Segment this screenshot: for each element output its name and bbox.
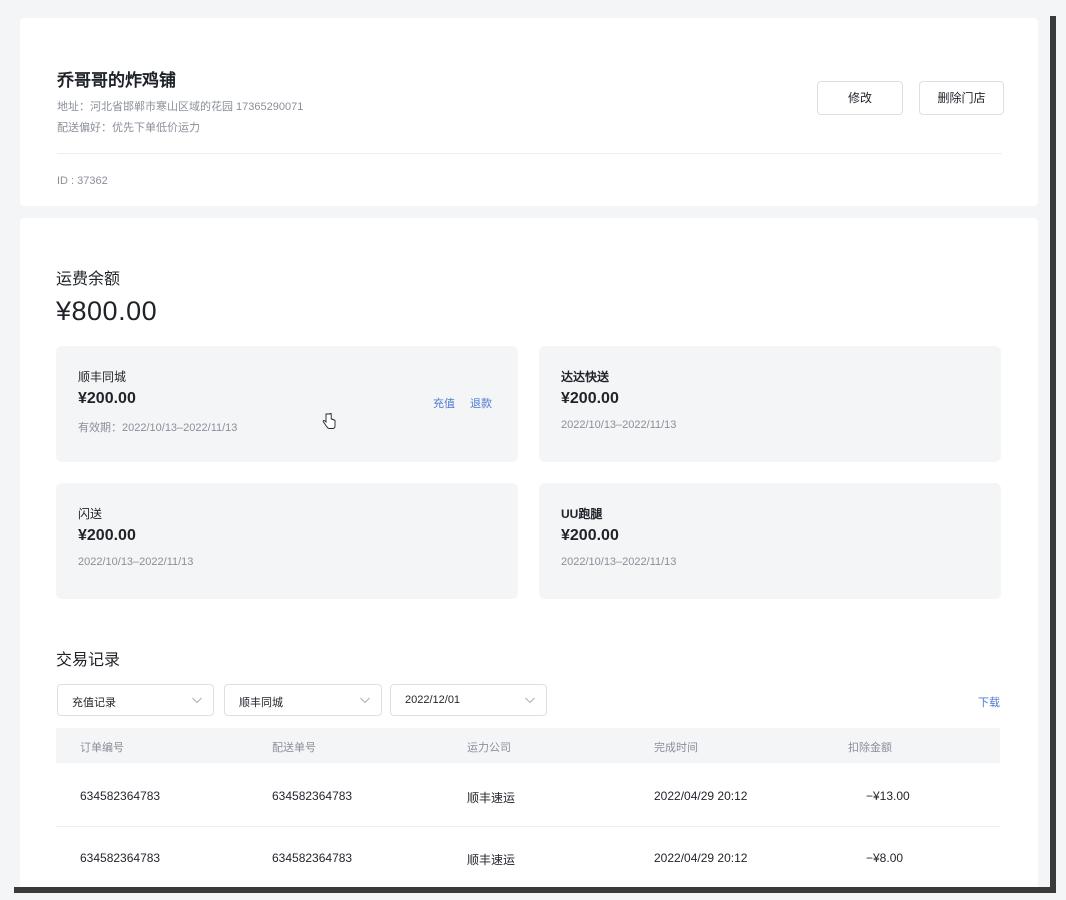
- carrier-validity: 2022/10/13–2022/11/13: [561, 556, 677, 568]
- order-number: 634582364783: [80, 851, 161, 865]
- table-row: 634582364783 634582364783 顺丰速运 2022/04/2…: [56, 765, 1000, 827]
- completion-time: 2022/04/29 20:12: [654, 789, 748, 803]
- balance-title: 运费余额: [56, 271, 121, 288]
- app-window: 乔哥哥的炸鸡铺 地址：河北省邯郸市寒山区域的花园 17365290071 配送偏…: [8, 10, 1050, 887]
- divider: [57, 153, 1002, 154]
- column-header: 订单编号: [80, 742, 124, 754]
- column-header: 运力公司: [467, 742, 511, 754]
- carrier-amount: ¥200.00: [78, 390, 136, 407]
- carrier-amount: ¥200.00: [561, 527, 619, 544]
- carrier-card-shansong: 闪送 ¥200.00 2022/10/13–2022/11/13: [56, 483, 518, 599]
- carrier-name: 闪送: [78, 507, 103, 521]
- freight-balance-card: 运费余额 ¥800.00 顺丰同城 ¥200.00 有效期：2022/10/13…: [20, 218, 1038, 887]
- column-header: 配送单号: [272, 742, 316, 754]
- delivery-preference: 配送偏好：优先下单低价运力: [57, 122, 200, 134]
- store-name: 乔哥哥的炸鸡铺: [57, 71, 176, 90]
- edit-store-button[interactable]: 修改: [817, 81, 903, 115]
- carrier-select[interactable]: 顺丰同城: [224, 684, 382, 716]
- carrier-amount: ¥200.00: [561, 390, 619, 407]
- carrier-validity: 2022/10/13–2022/11/13: [561, 419, 677, 431]
- table-header: 订单编号 配送单号 运力公司 完成时间 扣除金额: [56, 728, 1000, 763]
- recharge-link[interactable]: 充值: [433, 395, 455, 411]
- store-address: 地址：河北省邯郸市寒山区域的花园 17365290071: [57, 101, 304, 113]
- delivery-number: 634582364783: [272, 789, 353, 803]
- select-value: 2022/12/01: [405, 694, 461, 706]
- carrier-card-sf: 顺丰同城 ¥200.00 有效期：2022/10/13–2022/11/13 充…: [56, 346, 518, 462]
- delivery-number: 634582364783: [272, 851, 353, 865]
- date-select[interactable]: 2022/12/01: [390, 684, 547, 716]
- transactions-title: 交易记录: [56, 652, 121, 669]
- carrier-company: 顺丰速运: [467, 791, 516, 805]
- balance-amount: ¥800.00: [56, 296, 158, 326]
- chevron-down-icon: [192, 697, 202, 704]
- refund-link[interactable]: 退款: [470, 395, 492, 411]
- carrier-validity: 2022/10/13–2022/11/13: [78, 556, 194, 568]
- carrier-amount: ¥200.00: [78, 527, 136, 544]
- table-row: 634582364783 634582364783 顺丰速运 2022/04/2…: [56, 827, 1000, 887]
- select-value: 充值记录: [72, 697, 116, 709]
- carrier-validity: 有效期：2022/10/13–2022/11/13: [78, 422, 238, 434]
- column-header: 完成时间: [654, 742, 698, 754]
- carrier-name: 达达快送: [561, 370, 610, 384]
- chevron-down-icon: [525, 697, 535, 704]
- select-value: 顺丰同城: [239, 697, 283, 709]
- carrier-card-dada: 达达快送 ¥200.00 2022/10/13–2022/11/13: [539, 346, 1001, 462]
- order-number: 634582364783: [80, 789, 161, 803]
- completion-time: 2022/04/29 20:12: [654, 851, 748, 865]
- carrier-name: 顺丰同城: [78, 370, 127, 384]
- chevron-down-icon: [360, 697, 370, 704]
- delete-store-button[interactable]: 删除门店: [919, 81, 1004, 115]
- deduction-amount: −¥13.00: [866, 789, 910, 803]
- deduction-amount: −¥8.00: [866, 851, 904, 865]
- column-header: 扣除金额: [848, 742, 892, 754]
- carrier-card-uu: UU跑腿 ¥200.00 2022/10/13–2022/11/13: [539, 483, 1001, 599]
- record-type-select[interactable]: 充值记录: [57, 684, 214, 716]
- carrier-company: 顺丰速运: [467, 853, 516, 867]
- download-link[interactable]: 下载: [978, 694, 1000, 710]
- hand-pointer-icon: [322, 412, 336, 429]
- carrier-name: UU跑腿: [561, 507, 603, 521]
- store-info-card: 乔哥哥的炸鸡铺 地址：河北省邯郸市寒山区域的花园 17365290071 配送偏…: [20, 18, 1038, 206]
- store-id: ID : 37362: [57, 175, 108, 187]
